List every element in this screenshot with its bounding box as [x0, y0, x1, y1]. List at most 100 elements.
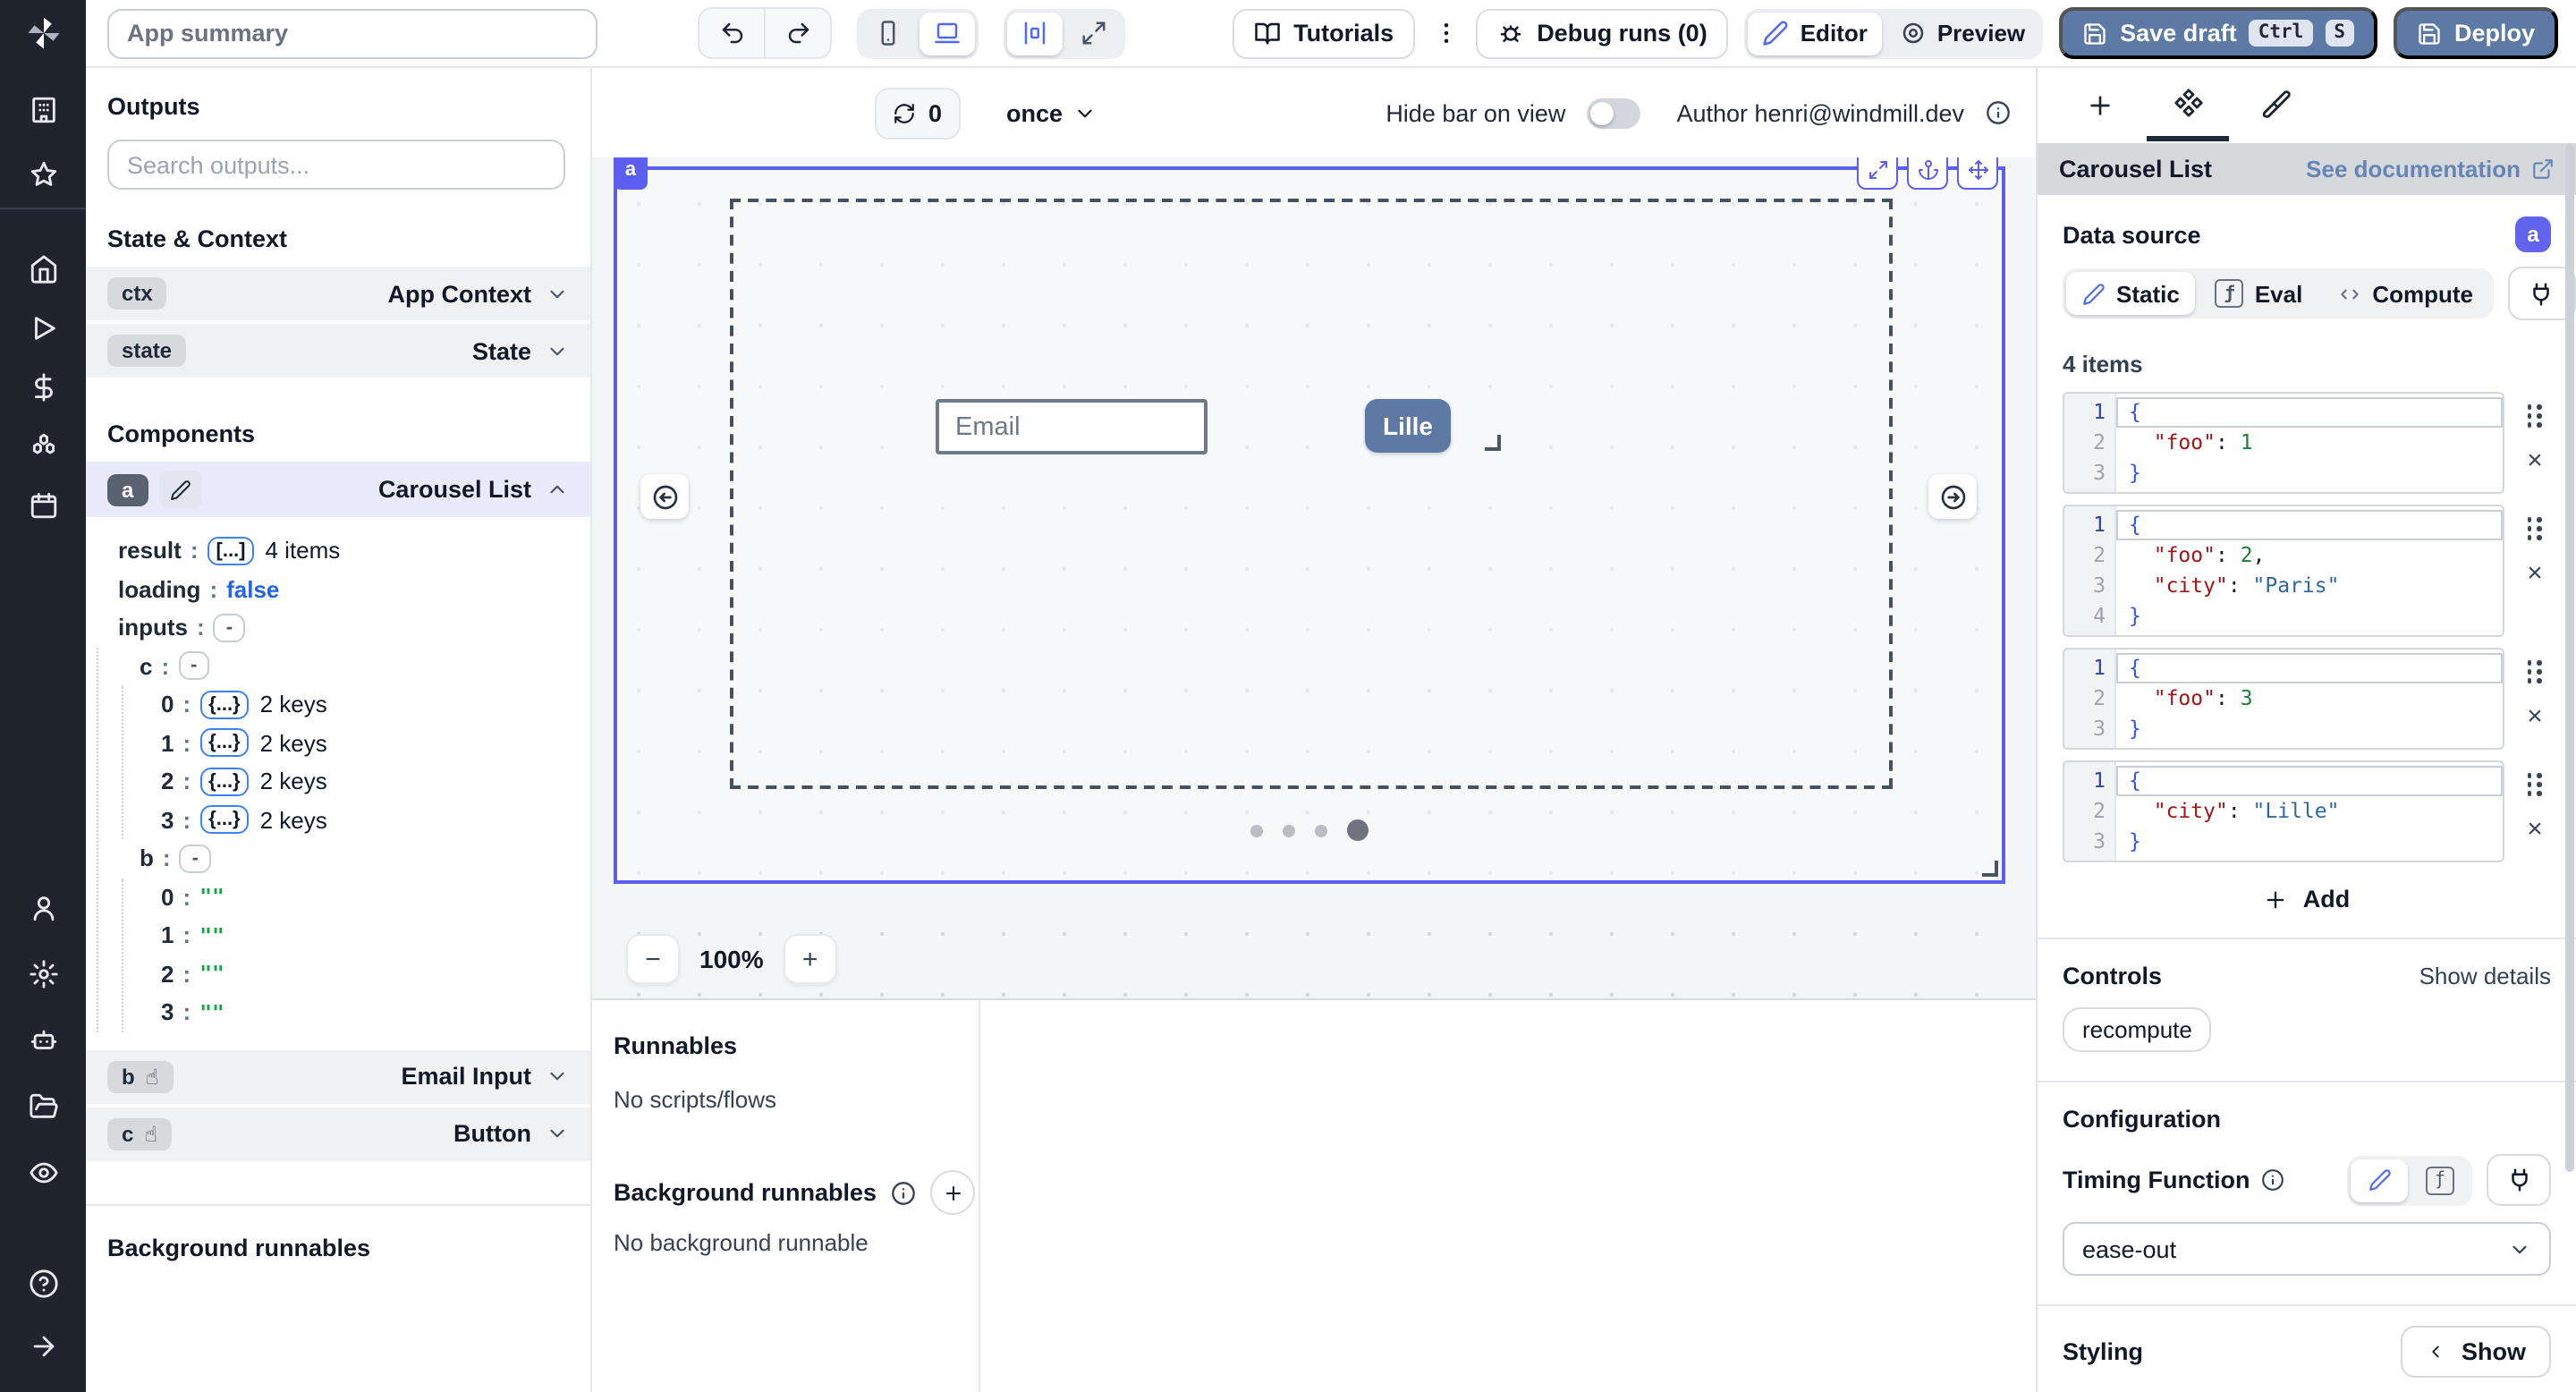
workers-icon[interactable] — [0, 1018, 86, 1061]
show-details-button[interactable]: Show details — [2419, 963, 2551, 989]
add-item-button[interactable]: Add — [2063, 886, 2551, 912]
state-row[interactable]: state State — [86, 324, 590, 378]
carousel-next-button[interactable] — [1928, 474, 1977, 519]
rename-component-button[interactable] — [158, 471, 201, 508]
component-settings-tab[interactable] — [2147, 68, 2229, 141]
styling-tab[interactable] — [2234, 68, 2317, 141]
variables-icon[interactable] — [0, 365, 86, 408]
styling-show-button[interactable]: Show — [2401, 1326, 2551, 1378]
carousel-inner-container[interactable] — [730, 199, 1893, 789]
see-documentation-link[interactable]: See documentation — [2306, 156, 2555, 182]
settings-gear-icon[interactable] — [0, 952, 86, 995]
json-expand-chip[interactable]: - — [214, 614, 245, 642]
resources-icon[interactable] — [0, 424, 86, 467]
json-item-editor[interactable]: 1234{ "foo": 2, "city": "Paris"} — [2063, 505, 2504, 637]
deploy-button[interactable]: Deploy — [2394, 7, 2558, 59]
eval-mode-button[interactable]: ƒEval — [2199, 272, 2319, 315]
preview-tab[interactable]: Preview — [1885, 12, 2039, 55]
schedules-icon[interactable] — [0, 483, 86, 526]
favorites-icon[interactable] — [0, 152, 86, 195]
move-component-button[interactable] — [1957, 157, 1998, 190]
desktop-view-button[interactable] — [919, 12, 975, 55]
fullwidth-layout-button[interactable] — [1066, 12, 1122, 55]
timing-function-select[interactable]: ease-out — [2063, 1222, 2551, 1276]
search-outputs-input[interactable] — [107, 140, 565, 190]
json-expand-chip[interactable]: {...} — [199, 806, 249, 835]
connect-plug-button[interactable] — [2487, 1154, 2551, 1206]
folders-icon[interactable] — [0, 1084, 86, 1127]
users-icon[interactable] — [0, 886, 86, 929]
expand-component-button[interactable] — [1857, 157, 1898, 190]
tutorials-button[interactable]: Tutorials — [1233, 8, 1415, 58]
info-icon[interactable] — [891, 1180, 916, 1205]
undo-button[interactable] — [699, 9, 764, 57]
home-icon[interactable] — [0, 247, 86, 290]
zoom-in-button[interactable]: + — [784, 934, 837, 984]
section-divider — [2038, 1304, 2576, 1306]
app-canvas[interactable]: a Lille — [592, 157, 2036, 1000]
workspace-icon[interactable] — [0, 88, 86, 131]
drag-handle-icon[interactable] — [2528, 773, 2543, 796]
editor-tab[interactable]: Editor — [1749, 12, 1882, 55]
json-expand-chip[interactable]: - — [178, 652, 209, 681]
lille-button-widget[interactable]: Lille — [1365, 399, 1451, 453]
resize-handle[interactable] — [1982, 861, 1998, 877]
hide-bar-toggle[interactable] — [1587, 98, 1640, 128]
email-input-widget[interactable] — [936, 399, 1208, 454]
add-background-runnable-button[interactable] — [930, 1170, 975, 1215]
json-item-editor[interactable]: 123{ "foo": 3} — [2063, 648, 2504, 750]
json-expand-chip[interactable]: {...} — [199, 691, 249, 719]
json-expand-chip[interactable]: {...} — [199, 729, 249, 758]
app-summary-input[interactable] — [107, 8, 597, 58]
audit-eye-icon[interactable] — [0, 1150, 86, 1193]
drag-handle-icon[interactable] — [2528, 660, 2543, 683]
delete-item-button[interactable]: × — [2527, 816, 2543, 843]
delete-item-button[interactable]: × — [2527, 447, 2543, 474]
drag-handle-icon[interactable] — [2528, 404, 2543, 428]
static-mode-button[interactable]: Static — [2066, 272, 2196, 315]
help-icon[interactable] — [0, 1261, 86, 1304]
json-expand-chip[interactable]: - — [180, 845, 211, 873]
scrollbar-thumb[interactable] — [2565, 143, 2574, 1172]
component-b-row[interactable]: b☝ Email Input — [86, 1049, 590, 1103]
ctx-row[interactable]: ctx App Context — [86, 267, 590, 320]
delete-item-button[interactable]: × — [2527, 560, 2543, 587]
component-c-row[interactable]: c☝ Button — [86, 1107, 590, 1160]
save-draft-button[interactable]: Save draftCtrlS — [2059, 7, 2377, 59]
delete-item-button[interactable]: × — [2527, 703, 2543, 730]
timing-static-button[interactable] — [2351, 1159, 2408, 1201]
carousel-dot[interactable] — [1250, 824, 1263, 836]
zoom-out-button[interactable]: − — [626, 934, 680, 984]
expand-sidebar-icon[interactable] — [0, 1324, 86, 1367]
zoom-level: 100% — [699, 945, 764, 973]
timing-mode-toggle: ƒ — [2347, 1155, 2472, 1205]
redo-button[interactable] — [764, 9, 830, 57]
runs-icon[interactable] — [0, 306, 86, 349]
resize-handle[interactable] — [1485, 435, 1501, 451]
timing-eval-button[interactable]: ƒ — [2411, 1159, 2469, 1201]
insert-component-tab[interactable] — [2059, 68, 2141, 141]
more-menu-button[interactable] — [1431, 8, 1460, 58]
drag-handle-icon[interactable] — [2528, 517, 2543, 540]
code-icon — [2338, 282, 2361, 305]
component-a-row[interactable]: a Carousel List — [86, 462, 590, 517]
carousel-dot[interactable] — [1315, 824, 1327, 836]
refresh-button[interactable]: 0 — [875, 87, 960, 139]
carousel-dot-active[interactable] — [1347, 819, 1368, 841]
carousel-prev-button[interactable] — [640, 474, 689, 519]
debug-runs-button[interactable]: Debug runs (0) — [1476, 8, 1729, 58]
info-icon[interactable] — [2261, 1168, 2284, 1192]
carousel-component[interactable]: a Lille — [614, 166, 2005, 884]
info-icon[interactable] — [1986, 100, 2011, 125]
anchor-component-button[interactable] — [1907, 157, 1948, 190]
json-expand-chip[interactable]: {...} — [199, 768, 249, 796]
carousel-dot[interactable] — [1283, 824, 1295, 836]
recompute-pill[interactable]: recompute — [2063, 1007, 2212, 1052]
center-layout-button[interactable] — [1007, 12, 1063, 55]
json-item-editor[interactable]: 123{ "city": "Lille"} — [2063, 760, 2504, 862]
compute-mode-button[interactable]: Compute — [2322, 272, 2489, 315]
mobile-view-button[interactable] — [860, 12, 916, 55]
schedule-mode-select[interactable]: once — [1006, 99, 1097, 126]
json-expand-chip[interactable]: [...] — [208, 537, 255, 565]
json-item-editor[interactable]: 123{ "foo": 1} — [2063, 392, 2504, 494]
